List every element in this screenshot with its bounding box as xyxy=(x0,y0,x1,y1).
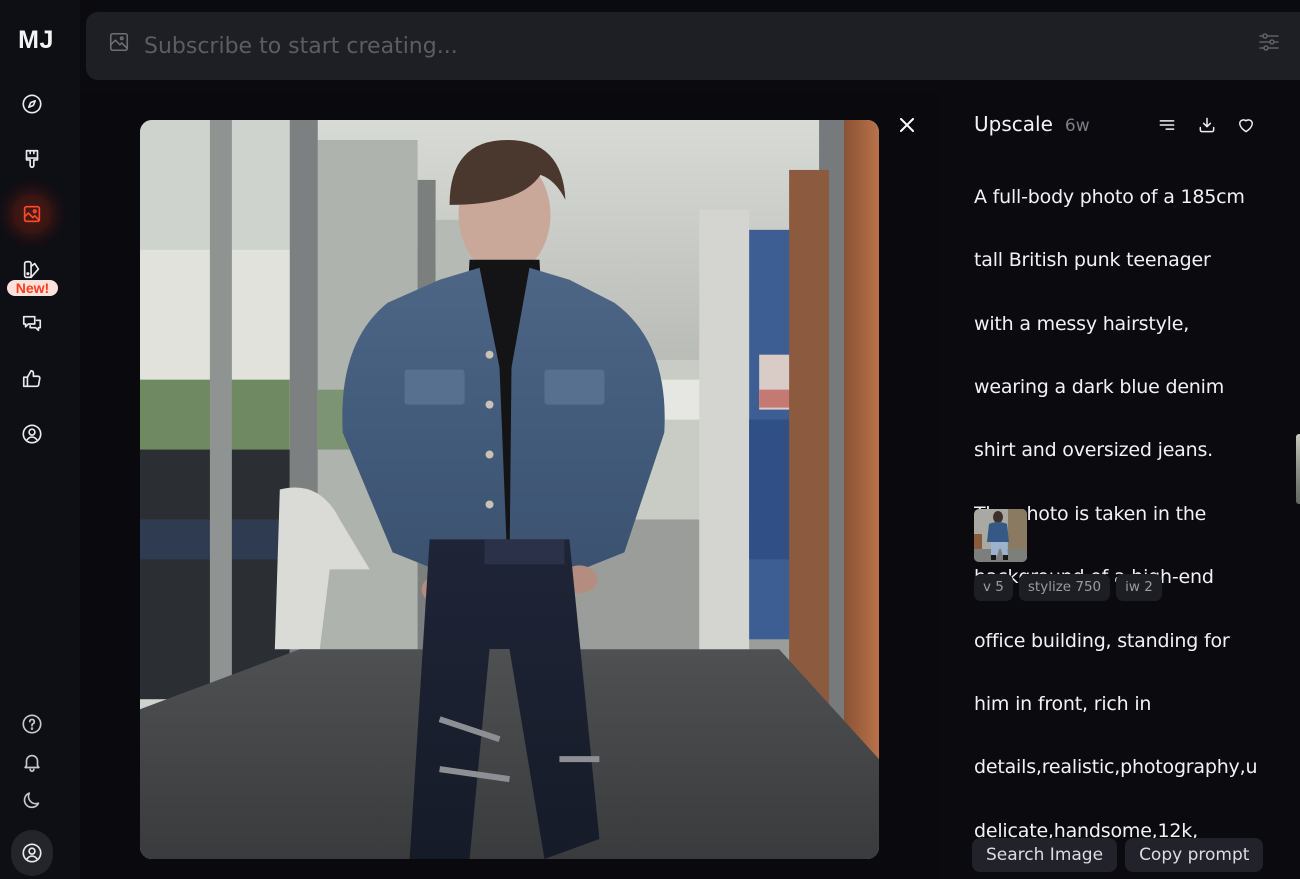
like-button[interactable] xyxy=(1235,114,1257,136)
account-circle-icon xyxy=(22,843,42,863)
menu-lines-icon xyxy=(1159,120,1175,130)
parameter-chip-stylize: stylize 750 xyxy=(1018,574,1111,601)
prompt-line: wearing a dark blue denim xyxy=(974,375,1225,398)
new-badge: New! xyxy=(7,280,58,296)
sidebar-item-profile[interactable] xyxy=(12,414,52,454)
sidebar-item-account[interactable] xyxy=(11,830,53,876)
job-age: 6w xyxy=(1064,116,1090,136)
close-icon xyxy=(900,118,914,132)
compass-icon xyxy=(22,94,42,114)
main-image[interactable] xyxy=(140,120,879,859)
moon-icon xyxy=(23,792,40,809)
logo[interactable]: MJ xyxy=(0,26,72,55)
download-icon xyxy=(1199,117,1215,133)
reference-image xyxy=(974,509,1027,562)
parameter-chips: v 5 stylize 750 iw 2 xyxy=(974,574,1162,601)
thumbs-up-icon xyxy=(22,369,41,388)
sidebar-item-notifications[interactable] xyxy=(12,742,52,782)
bell-icon xyxy=(24,754,40,772)
app-root: MJ New! Subscribe to start creating... U… xyxy=(0,0,1300,879)
sidebar: MJ New! xyxy=(0,0,80,879)
search-image-button[interactable]: Search Image xyxy=(972,838,1118,872)
prompt-line: tall British punk teenager xyxy=(974,249,1211,272)
info-header: Upscale 6w xyxy=(974,112,1090,136)
settings-sliders-icon[interactable] xyxy=(1257,30,1281,54)
prompt-line: with a messy hairstyle, xyxy=(974,312,1190,335)
image-prompt-icon[interactable] xyxy=(108,31,130,53)
paintbrush-icon xyxy=(25,149,39,169)
help-circle-icon xyxy=(22,714,42,734)
prompt-bar xyxy=(86,12,1300,80)
user-circle-icon xyxy=(22,424,42,444)
generated-image xyxy=(140,120,879,859)
reference-image-thumbnail[interactable] xyxy=(974,509,1027,562)
sidebar-item-explore[interactable] xyxy=(12,84,52,124)
heart-icon xyxy=(1239,119,1253,133)
swatch-icon xyxy=(23,260,40,279)
next-image-peek[interactable] xyxy=(1296,434,1300,504)
sidebar-item-dark-mode[interactable] xyxy=(12,780,52,820)
sidebar-item-create[interactable] xyxy=(12,139,52,179)
prompt-line: A full-body photo of a 185cm xyxy=(974,185,1245,208)
info-panel: Upscale 6w A full-body photo of a 185cm … xyxy=(940,92,1300,879)
sidebar-item-chat[interactable] xyxy=(12,304,52,344)
sidebar-item-help[interactable] xyxy=(12,704,52,744)
prompt-line: office building, standing for xyxy=(974,629,1230,652)
prompt-line: details,realistic,photography,u xyxy=(974,756,1258,779)
options-menu-button[interactable] xyxy=(1156,114,1178,136)
copy-prompt-button[interactable]: Copy prompt xyxy=(1125,838,1264,872)
sidebar-item-rank[interactable] xyxy=(12,359,52,399)
prompt-line: him in front, rich in xyxy=(974,692,1152,715)
action-buttons: Search Image Copy prompt xyxy=(972,838,1264,872)
prompt-input[interactable] xyxy=(144,30,1244,62)
image-icon xyxy=(23,205,41,223)
job-type-title: Upscale xyxy=(974,112,1053,136)
close-button[interactable] xyxy=(896,114,918,136)
prompt-line: shirt and oversized jeans. xyxy=(974,439,1214,462)
download-button[interactable] xyxy=(1196,114,1218,136)
parameter-chip-version: v 5 xyxy=(974,574,1013,601)
chat-bubbles-icon xyxy=(22,315,42,332)
sidebar-item-organize[interactable] xyxy=(12,194,52,234)
parameter-chip-image-weight: iw 2 xyxy=(1116,574,1162,601)
